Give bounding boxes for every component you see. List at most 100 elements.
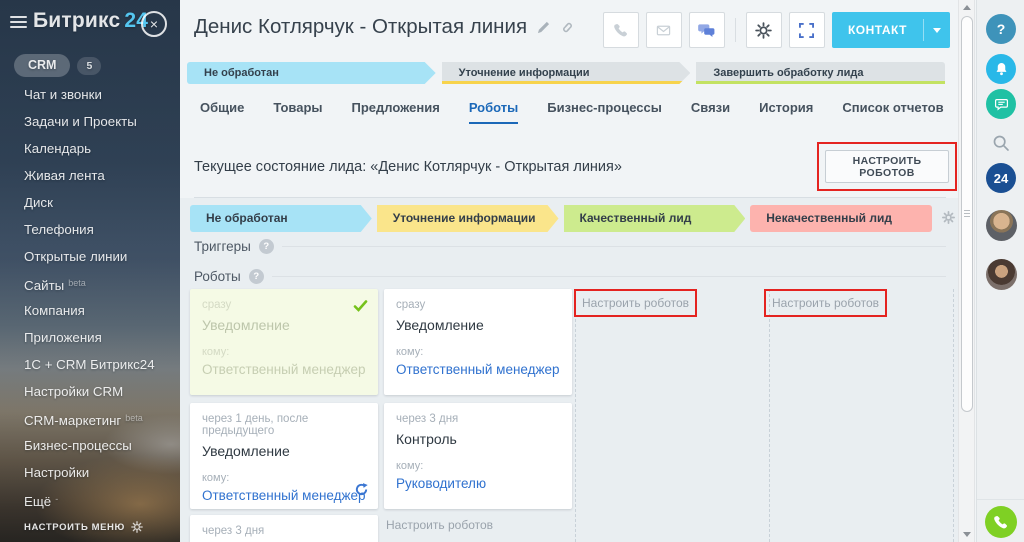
main-content: Денис Котлярчук - Открытая линия КОНТАКТ… bbox=[180, 0, 958, 542]
contact-button-label[interactable]: КОНТАКТ bbox=[832, 12, 923, 48]
email-button[interactable] bbox=[645, 12, 682, 48]
sidebar-item-business-processes[interactable]: Бизнес-процессы bbox=[0, 432, 180, 459]
triggers-section-header: Триггеры ? bbox=[194, 239, 946, 254]
search-button[interactable] bbox=[986, 128, 1016, 158]
triggers-title: Триггеры bbox=[194, 239, 251, 254]
robots-section-header: Роботы ? bbox=[194, 269, 946, 284]
help-icon[interactable]: ? bbox=[248, 269, 264, 284]
sidebar-item-calendar[interactable]: Календарь bbox=[0, 135, 180, 162]
sidebar-menu: Чат и звонки Задачи и Проекты Календарь … bbox=[0, 81, 180, 513]
stage-not-processed[interactable]: Не обработан bbox=[187, 62, 436, 84]
gear-icon bbox=[942, 211, 955, 224]
tab-report-list[interactable]: Список отчетов bbox=[842, 100, 943, 124]
phone-icon bbox=[614, 24, 627, 37]
responsible-manager-link[interactable]: Ответственный менеджер bbox=[396, 362, 560, 377]
sidebar-item-feed[interactable]: Живая лента bbox=[0, 162, 180, 189]
business-process-icon bbox=[354, 482, 369, 502]
beta-badge: beta bbox=[68, 278, 86, 288]
call-button[interactable] bbox=[602, 12, 639, 48]
robot-card-completed[interactable]: сразу Уведомление кому: Ответственный ме… bbox=[190, 289, 378, 395]
search-icon bbox=[993, 135, 1009, 151]
logo-brand: Битрикс bbox=[33, 9, 121, 32]
edit-title-icon[interactable] bbox=[537, 21, 550, 34]
sidebar-item-applications[interactable]: Приложения bbox=[0, 324, 180, 351]
sidebar-item-crm-settings[interactable]: Настройки CRM bbox=[0, 378, 180, 405]
sidebar-item-1c-crm[interactable]: 1С + CRM Битрикс24 bbox=[0, 351, 180, 378]
beta-badge: beta bbox=[125, 413, 143, 423]
sidebar-item-chat-calls[interactable]: Чат и звонки bbox=[0, 81, 180, 108]
help-icon[interactable]: ? bbox=[258, 239, 274, 254]
status-clarify-info[interactable]: Уточнение информации bbox=[377, 205, 559, 232]
settings-button[interactable] bbox=[745, 12, 782, 48]
supervisor-link[interactable]: Руководителю bbox=[396, 476, 486, 491]
robots-title: Роботы bbox=[194, 269, 241, 284]
status-junk-lead[interactable]: Некачественный лид bbox=[750, 205, 932, 232]
current-lead-state-text: Текущее состояние лида: «Денис Котлярчук… bbox=[194, 159, 622, 175]
rail-divider bbox=[977, 499, 1024, 500]
sidebar-item-open-lines[interactable]: Открытые линии bbox=[0, 243, 180, 270]
sidebar-item-crm[interactable]: CRM bbox=[14, 54, 71, 77]
robot-card[interactable]: сразу Уведомление кому: Ответственный ме… bbox=[384, 289, 572, 395]
status-settings-gear[interactable] bbox=[942, 211, 955, 229]
sidebar-item-telephony[interactable]: Телефония bbox=[0, 216, 180, 243]
chat-button[interactable] bbox=[688, 12, 725, 48]
robot-card[interactable]: через 3 дня bbox=[190, 515, 378, 542]
tab-general[interactable]: Общие bbox=[200, 100, 244, 124]
lead-toolbar: КОНТАКТ bbox=[602, 12, 950, 48]
bitrix24-network-button[interactable]: 24 bbox=[986, 163, 1016, 193]
notifications-button[interactable] bbox=[986, 54, 1016, 84]
sidebar-item-drive[interactable]: Диск bbox=[0, 189, 180, 216]
sidebar-item-sites[interactable]: Сайты beta bbox=[0, 270, 180, 297]
lead-status-bar: Не обработан Уточнение информации Качест… bbox=[190, 205, 932, 232]
tab-quotes[interactable]: Предложения bbox=[352, 100, 440, 124]
scroll-up-button[interactable] bbox=[959, 0, 974, 15]
vertical-scrollbar[interactable] bbox=[958, 0, 975, 542]
avatar[interactable] bbox=[986, 259, 1017, 290]
fullscreen-button[interactable] bbox=[788, 12, 825, 48]
section-divider bbox=[194, 197, 946, 198]
tab-connections[interactable]: Связи bbox=[691, 100, 730, 124]
column-separator bbox=[575, 289, 576, 542]
stage-clarify-info[interactable]: Уточнение информации bbox=[442, 62, 691, 84]
tab-business-processes[interactable]: Бизнес-процессы bbox=[547, 100, 662, 124]
sidebar-item-more[interactable]: Ещё - bbox=[0, 486, 180, 513]
close-menu-button[interactable]: × bbox=[141, 11, 167, 37]
crm-badge-row: CRM 5 bbox=[14, 54, 102, 77]
column-separator bbox=[769, 289, 770, 542]
configure-menu-button[interactable]: НАСТРОИТЬ МЕНЮ bbox=[24, 521, 143, 533]
telephony-call-button[interactable] bbox=[985, 506, 1017, 538]
scrollbar-thumb[interactable] bbox=[960, 16, 973, 412]
tab-history[interactable]: История bbox=[759, 100, 813, 124]
open-lines-button[interactable] bbox=[986, 89, 1016, 119]
sidebar-item-crm-marketing[interactable]: CRM-маркетинг beta bbox=[0, 405, 180, 432]
help-button[interactable]: ? bbox=[986, 14, 1016, 44]
configure-robots-link[interactable]: Настроить роботов bbox=[772, 296, 879, 310]
configure-robots-link[interactable]: Настроить роботов bbox=[386, 518, 493, 532]
status-not-processed[interactable]: Не обработан bbox=[190, 205, 372, 232]
arrow-up-icon bbox=[962, 1, 971, 10]
robots-grid: сразу Уведомление кому: Ответственный ме… bbox=[190, 289, 958, 542]
sidebar-item-tasks-projects[interactable]: Задачи и Проекты bbox=[0, 108, 180, 135]
robot-card[interactable]: через 1 день, после предыдущего Уведомле… bbox=[190, 403, 378, 509]
sidebar-item-settings[interactable]: Настройки bbox=[0, 459, 180, 486]
scroll-down-button[interactable] bbox=[959, 527, 974, 542]
status-quality-lead[interactable]: Качественный лид bbox=[564, 205, 746, 232]
contact-dropdown-toggle[interactable] bbox=[924, 12, 950, 48]
configure-robots-link[interactable]: Настроить роботов bbox=[582, 296, 689, 310]
tab-products[interactable]: Товары bbox=[273, 100, 322, 124]
responsible-manager-link[interactable]: Ответственный менеджер bbox=[202, 488, 366, 503]
scrollbar-grip bbox=[963, 210, 970, 218]
robot-card[interactable]: через 3 дня Контроль кому: Руководителю bbox=[384, 403, 572, 509]
crm-counter-badge: 5 bbox=[77, 56, 102, 75]
contact-split-button[interactable]: КОНТАКТ bbox=[831, 12, 950, 48]
configure-robots-button[interactable]: НАСТРОИТЬ РОБОТОВ bbox=[825, 150, 949, 183]
bitrix24-logo[interactable]: Битрикс 24 bbox=[33, 9, 148, 33]
sidebar-item-company[interactable]: Компания bbox=[0, 297, 180, 324]
hamburger-menu-icon[interactable] bbox=[10, 16, 27, 29]
avatar[interactable] bbox=[986, 210, 1017, 241]
stage-finish-lead[interactable]: Завершить обработку лида bbox=[696, 62, 946, 84]
tab-robots[interactable]: Роботы bbox=[468, 100, 519, 124]
checkmark-icon bbox=[353, 299, 368, 317]
copy-link-icon[interactable] bbox=[560, 20, 575, 35]
annotation-box-configure-link: Настроить роботов bbox=[764, 289, 888, 317]
